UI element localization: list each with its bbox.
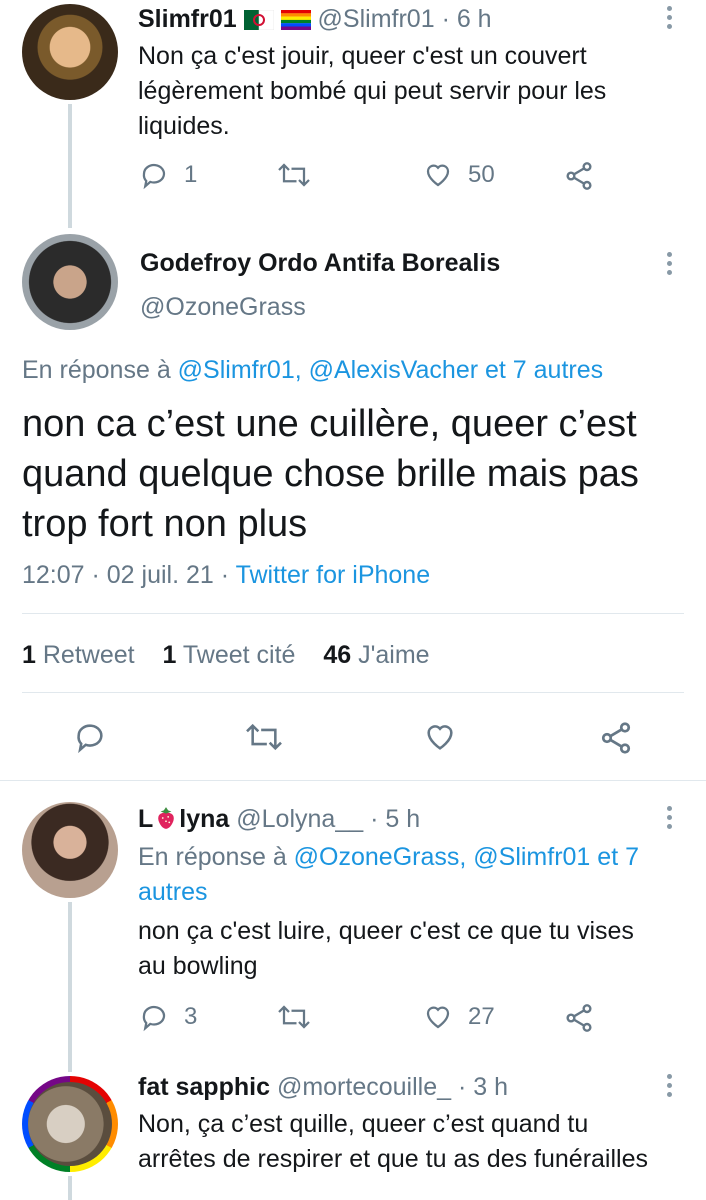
- handle[interactable]: @Lolyna__: [236, 805, 363, 833]
- reply-icon: [142, 1005, 166, 1032]
- quotes-stat[interactable]: 1 Tweet cité: [162, 641, 295, 669]
- handle[interactable]: @Slimfr01: [318, 5, 435, 33]
- algeria-flag-icon: [243, 10, 274, 31]
- display-name[interactable]: Llyna: [138, 805, 229, 833]
- reply1-header: Llyna @Lolyna__ · 5 h: [138, 804, 420, 834]
- reply2-header: fat sapphic @mortecouille_ · 3 h: [138, 1072, 508, 1102]
- thread-line: [68, 104, 72, 228]
- reply-count: 3: [184, 1003, 198, 1030]
- display-name[interactable]: fat sapphic: [138, 1073, 270, 1101]
- main-share-button[interactable]: [598, 720, 634, 756]
- divider: [0, 780, 706, 781]
- display-name[interactable]: Slimfr01: [138, 5, 237, 33]
- share-icon: [566, 1004, 592, 1032]
- avatar-slimfr01[interactable]: [22, 4, 118, 100]
- more-icon[interactable]: [667, 252, 673, 279]
- likes-stat[interactable]: 46 J'aime: [323, 641, 429, 669]
- like-button[interactable]: 27: [422, 1002, 495, 1032]
- more-icon[interactable]: [667, 1074, 673, 1101]
- share-button[interactable]: [563, 1002, 595, 1034]
- main-reply-button[interactable]: [72, 720, 108, 754]
- share-icon: [601, 722, 631, 754]
- avatar-mortecouille[interactable]: [22, 1076, 118, 1172]
- divider: [22, 692, 684, 693]
- reply1-text: non ça c'est luire, queer c'est ce que t…: [138, 917, 634, 980]
- timestamp[interactable]: · 3 h: [458, 1073, 508, 1101]
- like-button[interactable]: 50: [422, 160, 495, 190]
- reply-button[interactable]: 1: [138, 160, 197, 190]
- more-icon[interactable]: [667, 806, 673, 833]
- rainbow-flag-icon: [280, 10, 311, 31]
- reply2-text: Non, ça c’est quille, queer c’est quand …: [138, 1110, 648, 1173]
- like-count: 50: [468, 161, 495, 188]
- tweet1-header: Slimfr01 @Slimfr01 · 6 h: [138, 4, 492, 34]
- share-icon: [566, 162, 592, 190]
- client-link[interactable]: Twitter for iPhone: [236, 561, 431, 589]
- reply-target-links-more[interactable]: autres: [138, 875, 639, 910]
- reply-target-links[interactable]: @Slimfr01, @AlexisVacher et 7 autres: [178, 356, 603, 384]
- retweet-icon: [246, 723, 282, 751]
- like-count: 27: [468, 1003, 495, 1030]
- avatar-lolyna[interactable]: [22, 802, 118, 898]
- reply-count: 1: [184, 161, 198, 188]
- more-icon[interactable]: [667, 6, 673, 33]
- main-display-name[interactable]: Godefroy Ordo Antifa Borealis: [140, 248, 500, 278]
- main-retweet-button[interactable]: [244, 720, 284, 754]
- thread-line: [68, 902, 72, 1072]
- reply1-reply-context: En réponse à @OzoneGrass, @Slimfr01 et 7…: [138, 840, 639, 910]
- avatar-ozonegrass[interactable]: [22, 234, 118, 330]
- reply-button[interactable]: 3: [138, 1002, 197, 1032]
- strawberry-icon: [158, 807, 175, 829]
- retweet-icon: [278, 1005, 310, 1029]
- main-timestamp: 12:07 · 02 juil. 21 · Twitter for iPhone: [22, 561, 431, 589]
- share-button[interactable]: [563, 160, 595, 192]
- timestamp[interactable]: · 6 h: [442, 5, 492, 33]
- reply-icon: [77, 724, 103, 754]
- main-like-button[interactable]: [422, 720, 458, 754]
- retweet-button[interactable]: [276, 1002, 312, 1032]
- engagement-stats: 1 Retweet 1 Tweet cité 46 J'aime: [22, 640, 430, 670]
- reply-icon: [142, 163, 166, 190]
- reply-context: En réponse à @Slimfr01, @AlexisVacher et…: [22, 356, 604, 384]
- retweet-icon: [278, 163, 310, 187]
- thread-line: [68, 1176, 72, 1200]
- timestamp[interactable]: · 5 h: [370, 805, 420, 833]
- main-tweet-text: non ca c’est une cuillère, queer c’est q…: [22, 403, 639, 545]
- tweet1-text: Non ça c'est jouir, queer c'est un couve…: [138, 42, 607, 140]
- like-icon: [426, 164, 450, 187]
- retweet-button[interactable]: [276, 160, 312, 190]
- retweets-stat[interactable]: 1 Retweet: [22, 641, 135, 669]
- reply-target-links[interactable]: @OzoneGrass, @Slimfr01 et 7: [294, 843, 639, 871]
- like-icon: [427, 725, 453, 750]
- handle[interactable]: @mortecouille_: [277, 1073, 451, 1101]
- main-handle[interactable]: @OzoneGrass: [140, 292, 306, 322]
- divider: [22, 613, 684, 614]
- like-icon: [426, 1006, 450, 1029]
